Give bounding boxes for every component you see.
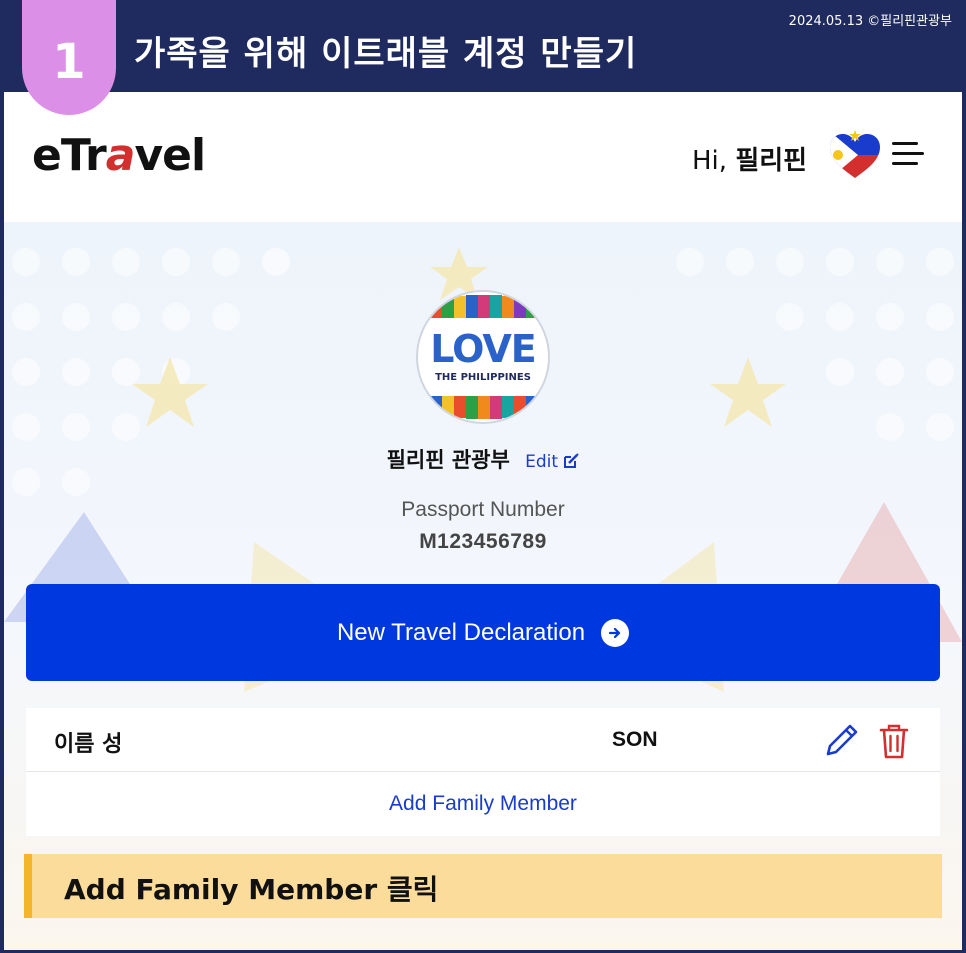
instruction-tip-text: Add Family Member 클릭 bbox=[64, 873, 439, 906]
trash-icon[interactable] bbox=[878, 722, 910, 760]
add-family-member-button[interactable]: Add Family Member bbox=[26, 772, 940, 836]
family-member-row: 이름 성 SON bbox=[26, 708, 940, 772]
step-number-badge: 1 bbox=[22, 0, 116, 115]
pencil-icon[interactable] bbox=[822, 722, 860, 760]
edit-profile-link[interactable]: Edit bbox=[525, 452, 580, 472]
profile-name-row: 필리핀 관광부 Edit bbox=[4, 444, 962, 474]
edit-external-icon bbox=[564, 453, 580, 468]
love-the-philippines-logo: LOVE THE PHILIPPINES bbox=[430, 295, 538, 419]
instruction-tip-box: Add Family Member 클릭 bbox=[24, 854, 942, 918]
profile-name: 필리핀 관광부 bbox=[386, 448, 510, 472]
greeting-user-name: 필리핀 bbox=[735, 146, 808, 176]
new-travel-declaration-button[interactable]: New Travel Declaration bbox=[26, 584, 940, 681]
instruction-banner: 1 가족을 위해 이트래블 계정 만들기 2024.05.13 ©필리핀관광부 bbox=[0, 0, 966, 115]
arrow-right-circle-icon bbox=[601, 618, 630, 647]
banner-date-credit: 2024.05.13 ©필리핀관광부 bbox=[788, 14, 952, 29]
logo-text-start: eTr bbox=[32, 130, 107, 181]
banner-title: 가족을 위해 이트래블 계정 만들기 bbox=[134, 34, 638, 74]
family-member-name: 이름 성 bbox=[54, 732, 123, 757]
logo-love-text: LOVE bbox=[430, 327, 536, 371]
logo-subtitle-text: THE PHILIPPINES bbox=[435, 372, 531, 383]
etravel-logo[interactable]: eTravel bbox=[32, 130, 206, 181]
user-greeting: Hi, 필리핀 bbox=[692, 140, 807, 177]
greeting-prefix: Hi, bbox=[692, 146, 728, 176]
family-member-surname: SON bbox=[612, 728, 658, 751]
passport-number-label: Passport Number bbox=[401, 498, 565, 521]
logo-text-accent: a bbox=[105, 130, 136, 181]
passport-number-value: M123456789 bbox=[419, 530, 547, 553]
hamburger-menu-icon[interactable] bbox=[892, 142, 924, 166]
app-screen: eTravel Hi, 필리핀 LOVE THE PHILIPPINES 필리핀… bbox=[4, 92, 962, 950]
profile-picture[interactable]: LOVE THE PHILIPPINES bbox=[416, 290, 550, 424]
new-travel-declaration-label: New Travel Declaration bbox=[336, 618, 586, 646]
logo-text-end: vel bbox=[134, 130, 206, 181]
app-header: eTravel Hi, 필리핀 bbox=[4, 92, 962, 222]
edit-label: Edit bbox=[525, 452, 559, 472]
philippines-heart-flag-icon[interactable] bbox=[828, 130, 882, 180]
